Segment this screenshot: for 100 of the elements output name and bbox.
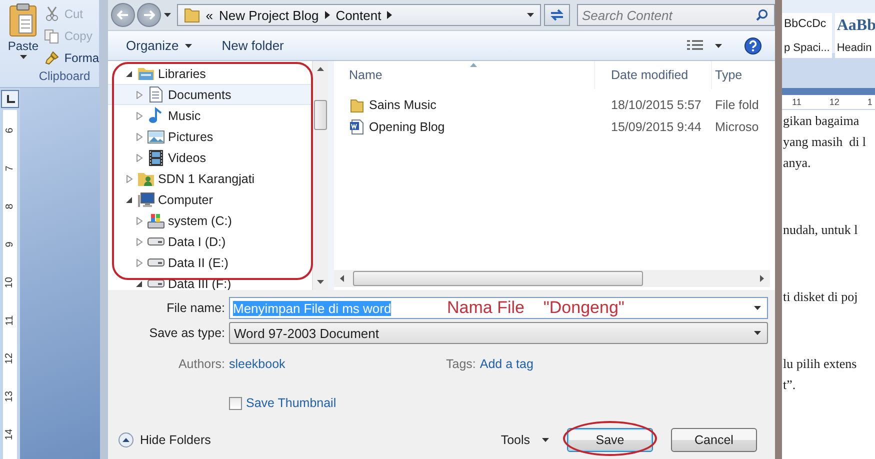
style-tile[interactable]: AaBb Headin: [834, 13, 875, 58]
scroll-down-icon: [317, 280, 324, 284]
search-icon[interactable]: [756, 9, 768, 21]
tree-item[interactable]: Libraries: [108, 63, 312, 84]
checkbox[interactable]: [229, 396, 242, 410]
forward-button[interactable]: [136, 3, 161, 27]
tree-item[interactable]: Computer: [108, 189, 312, 210]
caret-icon: [715, 44, 722, 48]
scroll-left-icon: [340, 275, 344, 282]
expander-arrow-icon[interactable]: [136, 280, 143, 288]
breadcrumb-button[interactable]: Content: [336, 8, 382, 22]
word-document-icon: [349, 119, 365, 135]
group-label: Clipboard: [38, 69, 92, 85]
save-button[interactable]: Save: [567, 428, 653, 452]
type-cell-text: Microso: [714, 119, 760, 136]
expander-arrow-icon[interactable]: [126, 196, 133, 204]
drive-icon: [147, 237, 165, 246]
arrow-left-icon: [116, 10, 129, 20]
ruler-number: 12: [4, 352, 16, 364]
picture-icon: [147, 128, 165, 145]
caret-icon: [20, 55, 27, 59]
tree-item[interactable]: system (C:): [108, 210, 312, 231]
horizontal-scrollbar[interactable]: [334, 270, 770, 287]
ruler-number: 14: [4, 428, 16, 440]
date-cell-text: 15/09/2015 9:44: [610, 119, 702, 136]
document-text: t”.: [783, 376, 797, 394]
save-type-dropdown[interactable]: Word 97-2003 Document: [229, 322, 768, 344]
tab-stop-icon: [6, 94, 14, 104]
column-header[interactable]: Date modified: [594, 61, 711, 89]
breadcrumb-overflow-button[interactable]: «: [206, 8, 213, 22]
hide-folders-button[interactable]: Hide Folders: [118, 432, 211, 448]
field-label: Save as type:: [148, 326, 226, 340]
scroll-right-icon: [760, 275, 764, 282]
computer-monitor-icon: [137, 191, 155, 208]
document-text: lu pilih extens: [783, 355, 858, 373]
new-folder-button[interactable]: New folder: [222, 34, 284, 58]
vertical-scrollbar[interactable]: [312, 61, 328, 290]
add-tag-link[interactable]: Add a tag: [480, 357, 534, 371]
refresh-arrows-icon: [549, 8, 566, 22]
file-name-cell[interactable]: Opening Blog: [334, 116, 594, 138]
author-link[interactable]: sleekbook: [229, 357, 446, 371]
address-bar[interactable]: « New Project Blog Content: [176, 4, 542, 26]
scroll-up-icon: [317, 67, 324, 71]
tree-item[interactable]: Documents: [108, 84, 312, 105]
cancel-button[interactable]: Cancel: [671, 428, 757, 452]
document-icon: [147, 86, 165, 103]
column-header[interactable]: Name: [334, 61, 594, 89]
ruler-number: 6: [4, 127, 16, 133]
tree-item[interactable]: Music: [108, 105, 312, 126]
ruler-number: 10: [4, 276, 16, 288]
refresh-button[interactable]: [544, 4, 570, 26]
organize-button[interactable]: Organize: [126, 34, 192, 58]
tree-item[interactable]: SDN 1 Karangjati: [108, 168, 312, 189]
copy-pages-icon: [44, 28, 60, 44]
drive-icon: [147, 279, 165, 288]
scroll-thumb[interactable]: [353, 271, 643, 286]
search-field[interactable]: Search Content: [576, 4, 775, 26]
folder-icon: [349, 97, 365, 113]
checkbox-label[interactable]: Save Thumbnail: [246, 396, 336, 410]
breadcrumb-button[interactable]: New Project Blog: [218, 8, 319, 22]
folder-icon: [184, 7, 200, 23]
annotation-text: Nama File "Dongeng": [447, 298, 624, 318]
drive-icon: [147, 212, 165, 229]
caret-icon: [184, 44, 192, 48]
caret-icon: [542, 438, 549, 442]
ruler-number: 11: [4, 314, 16, 326]
film-strip-icon: [147, 149, 165, 166]
format-button[interactable]: Forma: [44, 48, 99, 68]
help-icon: [744, 36, 762, 54]
back-button[interactable]: [111, 3, 135, 27]
style-tile[interactable]: BbCcDc p Spaci...: [782, 13, 832, 58]
chevron-right-icon: [387, 11, 392, 19]
scroll-thumb[interactable]: [314, 100, 327, 130]
chevron-right-icon: [324, 11, 330, 19]
library-folder-icon: [137, 65, 155, 82]
file-name-cell[interactable]: Sains Music: [334, 94, 594, 116]
expander-arrow-icon[interactable]: [126, 70, 133, 78]
dropdown-caret-icon: [754, 331, 761, 335]
tree-item[interactable]: Videos: [108, 147, 312, 168]
ruler-number: 8: [4, 203, 16, 209]
paste-button[interactable]: Paste: [6, 3, 40, 68]
caret-icon[interactable]: [527, 13, 534, 17]
column-header[interactable]: Type: [711, 61, 775, 89]
ruler-number: 9: [4, 241, 16, 247]
tree-item[interactable]: Pictures: [108, 126, 312, 147]
document-text: yang masih di l: [783, 133, 868, 151]
tab-selector-button[interactable]: [1, 90, 19, 108]
dropdown-caret-icon[interactable]: [754, 306, 761, 310]
chevron-up-circle-icon: [118, 432, 134, 448]
ruler-number: 11: [792, 97, 802, 107]
user-folder-icon: [137, 170, 155, 187]
drive-icon: [147, 258, 165, 267]
document-text: nudah, untuk l: [783, 221, 859, 239]
tree-item[interactable]: Data II (E:): [108, 252, 312, 273]
tools-button[interactable]: Tools: [494, 428, 555, 452]
ruler-number: 12: [829, 97, 840, 107]
ruler-number: 1: [867, 97, 872, 107]
tree-item[interactable]: Data I (D:): [108, 231, 312, 252]
sort-arrow-icon: [470, 63, 477, 67]
field-label: Tags:: [446, 357, 477, 371]
